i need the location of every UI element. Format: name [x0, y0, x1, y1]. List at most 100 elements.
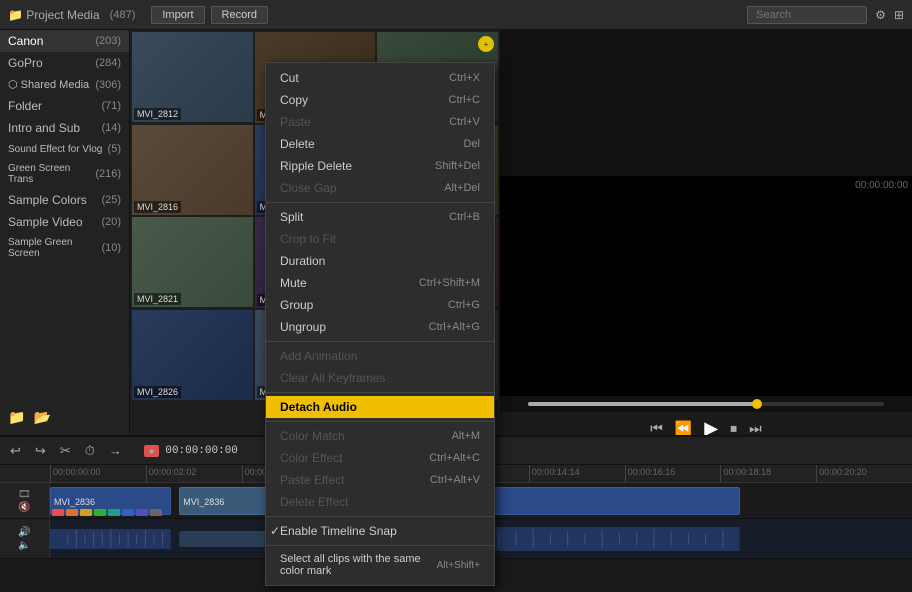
redo-button[interactable]: ↪: [31, 441, 50, 461]
filter-icon[interactable]: ⚙: [875, 8, 886, 22]
ctx-sep-4: [266, 421, 494, 422]
folder-icon2[interactable]: 📂: [33, 409, 50, 426]
ctx-paste-shortcut: Ctrl+V: [449, 116, 480, 128]
record-button[interactable]: Record: [211, 6, 268, 24]
sidebar-item-colors[interactable]: Sample Colors (25): [0, 189, 129, 211]
search-input[interactable]: [747, 6, 867, 24]
ctx-paste-effect-label: Paste Effect: [280, 473, 344, 487]
app-title: 📁 Project Media: [8, 8, 100, 22]
media-thumb-4[interactable]: MVI_2816: [132, 125, 253, 215]
ctx-timeline-snap[interactable]: Enable Timeline Snap: [266, 520, 494, 542]
ctx-ungroup-label: Ungroup: [280, 320, 326, 334]
ctx-select-color-mark[interactable]: Select all clips with the same color mar…: [266, 549, 494, 581]
ctx-close-gap: Close Gap Alt+Del: [266, 177, 494, 199]
ctx-ripple-delete[interactable]: Ripple Delete Shift+Del: [266, 155, 494, 177]
preview-progress-bar[interactable]: [528, 402, 884, 406]
ctx-paste-effect: Paste Effect Ctrl+Alt+V: [266, 469, 494, 491]
sidebar-item-samplevid[interactable]: Sample Video (20): [0, 211, 129, 233]
sidebar-label-green: Green Screen Trans: [8, 163, 95, 185]
ctx-close-gap-shortcut: Alt+Del: [444, 182, 480, 194]
media-thumb-10[interactable]: MVI_2826: [132, 310, 253, 400]
import-button[interactable]: Import: [151, 6, 204, 24]
ctx-delete[interactable]: Delete Del: [266, 133, 494, 155]
rewind-button[interactable]: ⏮: [650, 420, 663, 437]
ctx-sep-2: [266, 341, 494, 342]
color-mark-green: [94, 509, 106, 516]
ctx-add-animation: Add Animation: [266, 345, 494, 367]
sidebar-label-samplevid: Sample Video: [8, 215, 83, 229]
ctx-cut[interactable]: Cut Ctrl+X: [266, 67, 494, 89]
ruler-mark-0: 00:00:00:00: [50, 465, 146, 483]
sidebar-item-sound[interactable]: Sound Effect for Vlog (5): [0, 139, 129, 159]
sidebar-item-green[interactable]: Green Screen Trans (216): [0, 159, 129, 189]
sidebar-label-folder: Folder: [8, 99, 42, 113]
preview-area: 00:00:00:00: [500, 176, 912, 396]
media-thumb-7[interactable]: MVI_2821: [132, 217, 253, 307]
preview-playhead[interactable]: [752, 399, 762, 409]
ctx-mute[interactable]: Mute Ctrl+Shift+M: [266, 272, 494, 294]
sidebar-label-sound: Sound Effect for Vlog: [8, 144, 102, 155]
top-bar: 📁 Project Media (487) Import Record ⚙ ⊞: [0, 0, 912, 30]
ctx-crop: Crop to Fit: [266, 228, 494, 250]
play-back-button[interactable]: ⏪: [675, 420, 692, 437]
sidebar-item-samplegreen[interactable]: Sample Green Screen (10): [0, 233, 129, 263]
context-menu: Cut Ctrl+X Copy Ctrl+C Paste Ctrl+V Dele…: [265, 62, 495, 586]
ctx-color-match: Color Match Alt+M: [266, 425, 494, 447]
timeline-timecode: 00:00:00:00: [165, 445, 238, 457]
ctx-copy-label: Copy: [280, 93, 308, 107]
track-vol-icon[interactable]: 🔈: [18, 540, 30, 551]
thumb-label-7: MVI_2821: [134, 293, 181, 305]
arrow-button[interactable]: →: [105, 441, 126, 460]
sidebar-label-gopro: GoPro: [8, 56, 43, 70]
ruler-mark-7: 00:00:18:18: [720, 465, 816, 483]
ctx-copy[interactable]: Copy Ctrl+C: [266, 89, 494, 111]
ctx-mute-label: Mute: [280, 276, 307, 290]
sidebar-count-green: (216): [95, 168, 121, 180]
color-mark-teal: [108, 509, 120, 516]
ctx-duration[interactable]: Duration: [266, 250, 494, 272]
cut-button[interactable]: ✂: [56, 441, 75, 461]
ctx-duration-label: Duration: [280, 254, 325, 268]
ruler-mark-5: 00:00:14:14: [529, 465, 625, 483]
ctx-split[interactable]: Split Ctrl+B: [266, 206, 494, 228]
ctx-detach-audio[interactable]: Detach Audio: [266, 396, 494, 418]
marker-button[interactable]: ●: [144, 445, 159, 457]
stop-button[interactable]: ⏹: [730, 420, 737, 437]
ctx-sep-5: [266, 516, 494, 517]
ctx-color-effect: Color Effect Ctrl+Alt+C: [266, 447, 494, 469]
undo-button[interactable]: ↩: [6, 441, 25, 461]
grid-icon[interactable]: ⊞: [894, 8, 904, 22]
ctx-paste: Paste Ctrl+V: [266, 111, 494, 133]
clock-button[interactable]: ⏱: [81, 441, 99, 461]
clip-label-1: MVI_2836: [54, 497, 95, 507]
fastfwd-button[interactable]: ⏭: [749, 420, 762, 437]
ctx-cut-label: Cut: [280, 71, 299, 85]
app-count: (487): [110, 9, 136, 21]
sidebar-count-samplevid: (20): [101, 216, 121, 228]
track-label-audio: 🔊 🔈: [0, 519, 50, 558]
sidebar-item-shared[interactable]: ⬡ Shared Media (306): [0, 74, 129, 95]
sidebar-count-sound: (5): [108, 143, 121, 155]
ctx-paste-effect-shortcut: Ctrl+Alt+V: [430, 474, 480, 486]
color-mark-navy: [136, 509, 148, 516]
ctx-group-label: Group: [280, 298, 313, 312]
ctx-paste-label: Paste: [280, 115, 311, 129]
ctx-ungroup[interactable]: Ungroup Ctrl+Alt+G: [266, 316, 494, 338]
color-mark-gray: [150, 509, 162, 516]
ctx-sep-3: [266, 392, 494, 393]
ruler-mark-1: 00:00:02:02: [146, 465, 242, 483]
sidebar-item-gopro[interactable]: GoPro (284): [0, 52, 129, 74]
folder-add-icon[interactable]: 📁: [8, 409, 25, 426]
ctx-group[interactable]: Group Ctrl+G: [266, 294, 494, 316]
sidebar-item-intro[interactable]: Intro and Sub (14): [0, 117, 129, 139]
ctx-delete-label: Delete: [280, 137, 315, 151]
sidebar-count-shared: (306): [95, 79, 121, 91]
preview-timecode: 00:00:00:00: [855, 180, 908, 191]
sidebar-count-gopro: (284): [95, 57, 121, 69]
ctx-color-match-label: Color Match: [280, 429, 345, 443]
track-mute-icon[interactable]: 🔇: [18, 502, 30, 513]
sidebar-item-folder[interactable]: Folder (71): [0, 95, 129, 117]
media-thumb-1[interactable]: MVI_2812: [132, 32, 253, 122]
clip-label-2: MVI_2836: [183, 497, 224, 507]
sidebar-item-canon[interactable]: Canon (203): [0, 30, 129, 52]
